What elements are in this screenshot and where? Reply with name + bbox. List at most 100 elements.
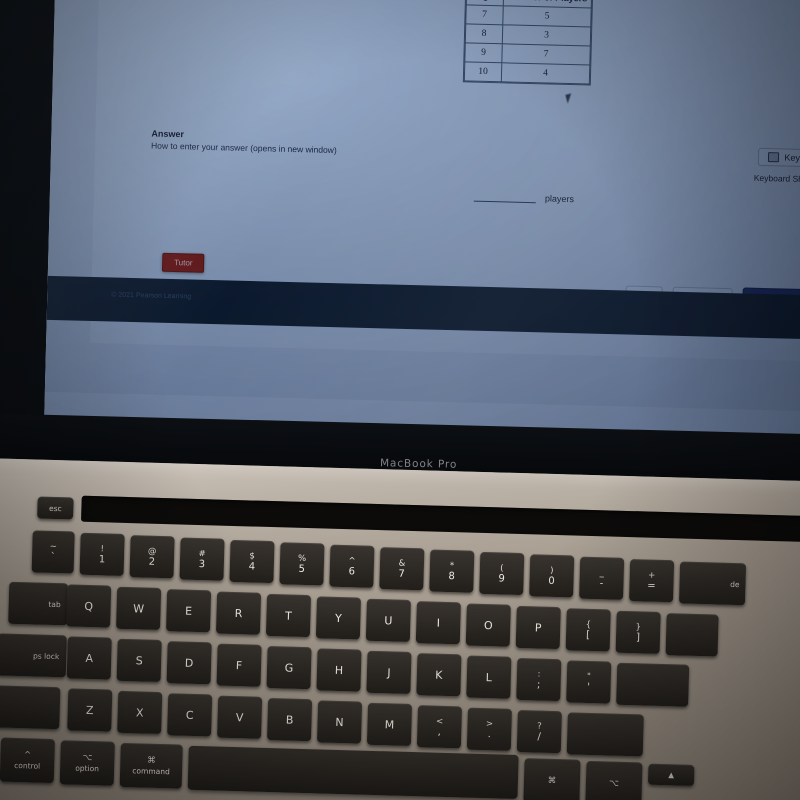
key-comma[interactable]: < , [416,705,463,749]
key-8[interactable]: * 8 [429,549,475,593]
key-comma-shift: < [435,716,444,727]
key-slash-base: / [537,731,542,743]
keypad-button-label: Keypad [784,152,800,164]
key-control-label: control [14,760,41,771]
key-x[interactable]: X [117,690,163,735]
key-option-right[interactable]: ⌥ [585,760,643,800]
key-u[interactable]: U [365,598,411,642]
key-period[interactable]: > . [466,707,512,751]
key-backslash[interactable] [665,613,719,657]
key-l[interactable]: L [466,655,512,699]
key-5[interactable]: % 5 [279,542,325,586]
key-3[interactable]: # 3 [179,537,225,581]
key-h[interactable]: H [316,648,362,692]
cell-players: 5 [502,5,592,28]
key-backtick-shift: ~ [49,541,58,552]
tutor-button[interactable]: Tutor [161,252,205,273]
key-delete[interactable]: de [678,561,747,606]
answer-help-link[interactable]: How to enter your answer (opens in new w… [151,140,337,155]
answer-section: Answer How to enter your answer (opens i… [151,128,337,155]
cell-age: 9 [464,42,503,63]
key-9[interactable]: ( 9 [479,551,525,596]
key-n[interactable]: N [316,700,363,744]
key-arrow-up[interactable]: ▲ [647,763,695,786]
key-4[interactable]: $ 4 [229,539,275,584]
key-k[interactable]: K [416,653,462,697]
photo-of-laptop: The following table lists the ages and n… [0,0,800,800]
key-7[interactable]: & 7 [379,547,425,591]
laptop-screen: The following table lists the ages and n… [43,0,800,452]
key-backtick[interactable]: ~ ` [31,530,75,574]
key-0[interactable]: ) 0 [529,554,575,598]
key-equals[interactable]: + = [629,559,675,603]
control-caret-glyph: ^ [23,749,32,760]
cell-players: 4 [501,62,590,85]
key-g[interactable]: G [266,645,312,690]
keyboard-shortcuts-link[interactable]: Keyboard Shortcuts [754,173,800,185]
key-a[interactable]: A [66,636,112,680]
table-row: 10 4 [464,61,590,85]
key-j[interactable]: J [366,650,412,694]
key-minus[interactable]: _ - [579,556,625,600]
key-5-shift: % [297,553,307,564]
keypad-button[interactable]: Keypad [758,147,800,168]
key-bracket-right-shift: } [635,621,642,632]
key-slash[interactable]: ? / [516,709,562,754]
option-glyph-right: ⌥ [608,778,619,789]
key-b[interactable]: B [267,698,313,742]
keypad-area: Keypad Keyboard Shortcuts [754,147,800,185]
key-bracket-left[interactable]: { [ [565,608,611,652]
key-y[interactable]: Y [315,596,362,640]
key-m[interactable]: M [366,702,413,747]
key-1-base: 1 [98,553,106,565]
key-command-right[interactable]: ⌘ [523,758,581,800]
key-i[interactable]: I [415,601,461,645]
key-equals-shift: + [648,570,656,581]
key-8-shift: * [449,560,455,571]
key-6-base: 6 [348,565,356,577]
key-6[interactable]: ^ 6 [329,544,375,588]
key-tab[interactable]: tab [8,581,69,626]
key-e[interactable]: E [166,589,212,633]
key-r[interactable]: R [215,591,262,635]
key-5-base: 5 [298,563,306,575]
answer-input[interactable] [473,188,537,204]
cell-age: 10 [464,61,502,82]
key-spacebar[interactable] [187,745,519,800]
key-option-left[interactable]: ⌥ option [59,740,115,786]
key-o[interactable]: O [465,603,511,647]
key-shift-right[interactable] [566,712,644,757]
key-q[interactable]: Q [66,584,112,628]
key-quote-shift: " [586,671,591,682]
key-3-shift: # [198,548,206,559]
key-2[interactable]: @ 2 [129,535,175,579]
key-d[interactable]: D [166,641,212,685]
answer-input-row: players [473,188,574,204]
command-glyph: ⌘ [147,755,156,766]
cell-age: 8 [465,23,503,44]
key-return[interactable] [616,662,690,707]
key-t[interactable]: T [265,593,312,638]
key-s[interactable]: S [116,638,162,683]
key-control[interactable]: ^ control [0,737,55,784]
key-bracket-left-base: [ [585,629,591,641]
key-command-left[interactable]: ⌘ command [119,742,183,789]
key-shift-left[interactable] [0,685,61,730]
key-w[interactable]: W [116,586,162,630]
key-z[interactable]: Z [67,688,113,732]
key-bracket-right[interactable]: } ] [615,610,661,654]
key-v[interactable]: V [217,695,263,739]
key-semicolon[interactable]: : ; [516,657,562,702]
key-caps-lock[interactable]: ps lock [0,633,67,678]
key-period-shift: > [485,718,494,729]
key-1-shift: ! [100,543,105,554]
key-minus-shift: _ [599,567,605,578]
key-esc[interactable]: esc [37,496,74,520]
key-command-label: command [132,765,170,776]
key-f[interactable]: F [216,643,262,687]
key-quote[interactable]: " ' [566,660,612,704]
key-c[interactable]: C [167,693,213,737]
key-1[interactable]: ! 1 [79,532,125,576]
key-p[interactable]: P [515,605,561,650]
key-7-base: 7 [398,568,406,580]
